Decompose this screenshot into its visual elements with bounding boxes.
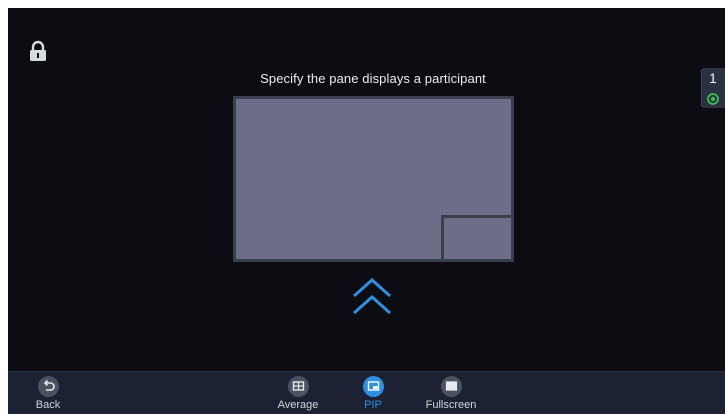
pip-layout-icon (362, 376, 384, 397)
bottom-bar: Back Average PIP Fullscreen (8, 371, 725, 414)
participant-side-tab[interactable]: 1 (701, 68, 725, 108)
back-arrow-icon (37, 376, 59, 397)
double-chevron-up-icon[interactable] (352, 277, 392, 318)
fullscreen-button[interactable]: Fullscreen (416, 372, 486, 414)
average-button[interactable]: Average (270, 372, 326, 414)
lock-icon[interactable] (28, 40, 48, 62)
back-label: Back (35, 399, 61, 411)
pip-label: PIP (364, 399, 382, 411)
main-pane[interactable] (233, 96, 514, 262)
fullscreen-label: Fullscreen (425, 399, 477, 411)
grid-layout-icon (287, 376, 309, 397)
pip-button[interactable]: PIP (356, 372, 390, 414)
back-button[interactable]: Back (30, 372, 66, 414)
fullscreen-layout-icon (440, 376, 462, 397)
participant-count: 1 (709, 70, 717, 86)
status-dot-icon (707, 93, 719, 105)
screen: Specify the pane displays a participant … (8, 8, 725, 414)
pip-pane[interactable] (441, 215, 511, 259)
page-title: Specify the pane displays a participant (260, 71, 486, 86)
average-label: Average (277, 399, 319, 411)
